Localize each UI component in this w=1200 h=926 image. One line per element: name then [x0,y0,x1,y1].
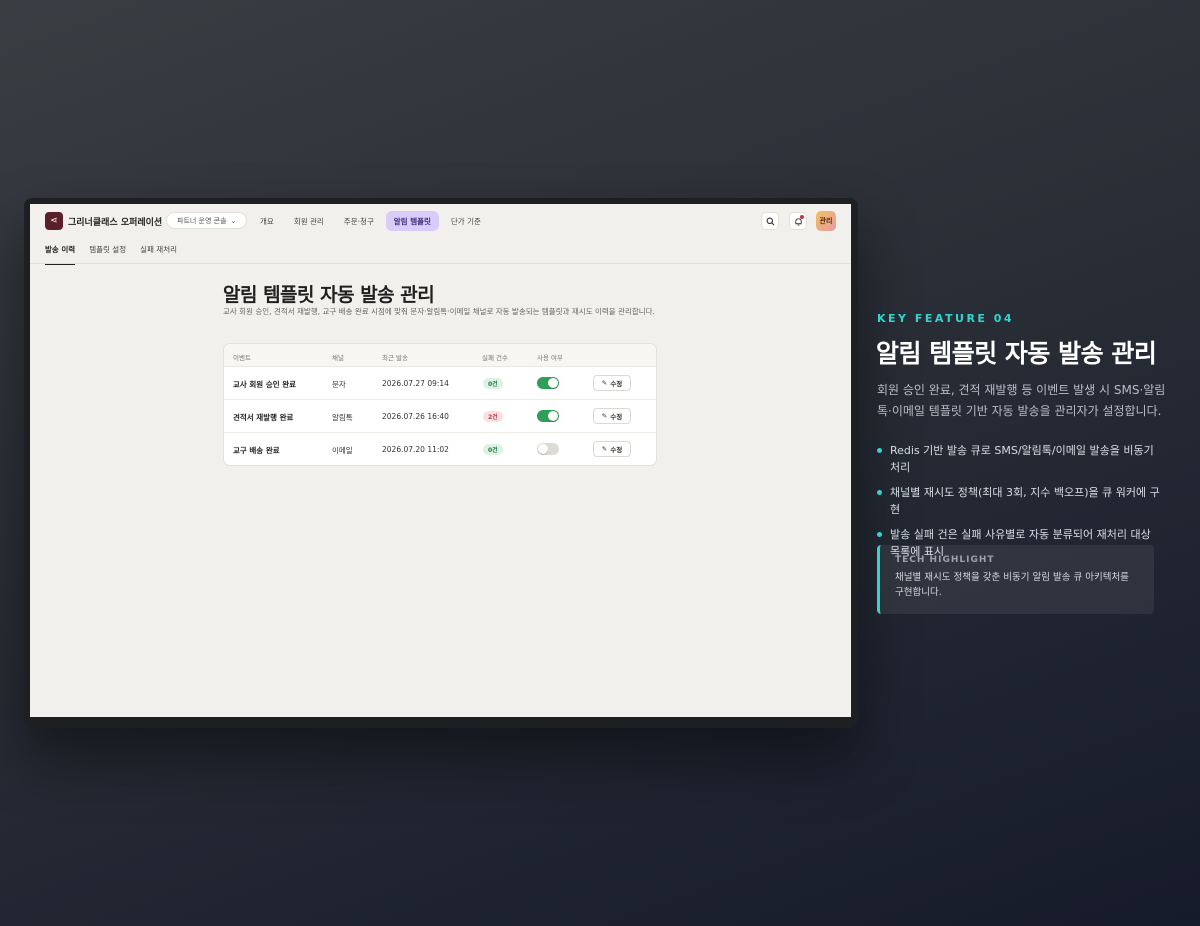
edit-button[interactable]: ✎ 수정 [593,408,631,424]
edit-label: 수정 [610,380,623,388]
row-channel: 알림톡 [332,413,353,422]
workspace-selector[interactable]: 파트너 운영 콘솔 ⌄ [166,212,248,229]
feature-description: 회원 승인 완료, 견적 재발행 등 이벤트 발생 시 SMS·알림톡·이메일 … [877,383,1166,418]
toggle-knob [548,411,558,421]
page-title: 알림 템플릿 자동 발송 관리 [223,284,435,306]
row-event: 견적서 재발행 완료 [233,413,294,422]
highlight-text: 채널별 재시도 정책을 갖춘 비동기 알림 발송 큐 아키텍처를 구현합니다. [895,572,1129,598]
highlight-label: TECH HIGHLIGHT [895,555,995,565]
main-nav: 개요 회원 관리 주문·청구 알림 템플릿 단가 기준 [252,211,489,231]
edit-button[interactable]: ✎ 수정 [593,441,631,457]
pencil-icon: ✎ [601,379,608,387]
toggle-knob [548,378,558,388]
tab-template-settings[interactable]: 템플릿 설정 [89,244,126,265]
edit-button[interactable]: ✎ 수정 [593,375,631,391]
bullet-dot-icon [877,448,882,453]
row-last-sent: 2026.07.20 11:02 [382,445,449,454]
brand-name: 그리너클래스 오퍼레이션 [68,218,163,228]
search-icon [766,217,774,225]
table-row: 교사 회원 승인 완료 문자 2026.07.27 09:14 0건 ✎ 수정 [224,367,656,400]
tab-failure-retry[interactable]: 실패 재처리 [140,244,177,265]
failure-badge: 2건 [483,411,503,422]
row-channel: 이메일 [332,446,353,455]
list-item: Redis 기반 발송 큐로 SMS/알림톡/이메일 발송을 비동기 처리 [877,442,1162,476]
template-table: 이벤트 채널 최근 발송 실패 건수 사용 여부 교사 회원 승인 완료 문자 … [223,343,657,466]
app-screen: ⋖ 그리너클래스 오퍼레이션 파트너 운영 콘솔 ⌄ 개요 회원 관리 주문·청… [30,204,851,717]
pencil-icon: ✎ [601,412,608,420]
chevron-down-icon: ⌄ [230,216,237,225]
tech-highlight-card: TECH HIGHLIGHT 채널별 재시도 정책을 갖춘 비동기 알림 발송 … [877,545,1154,614]
nav-item-templates[interactable]: 알림 템플릿 [385,211,439,231]
avatar[interactable]: 관리 [816,211,836,231]
bullet-text: 채널별 재시도 정책(최대 3회, 지수 백오프)을 큐 워커에 구현 [890,486,1160,516]
enable-toggle[interactable] [537,443,559,455]
tabs-divider [30,263,851,264]
tab-send-history[interactable]: 발송 이력 [45,244,76,265]
notification-dot [800,215,804,219]
nav-item-orders[interactable]: 주문·청구 [336,211,382,231]
feature-kicker: KEY FEATURE 04 [877,312,1015,325]
toggle-knob [538,444,548,454]
pencil-icon: ✎ [601,445,608,453]
bullet-dot-icon [877,532,882,537]
row-event: 교구 배송 완료 [233,446,280,455]
notifications-button[interactable] [789,212,807,230]
failure-badge: 0건 [483,378,503,389]
page-description: 교사 회원 승인, 견적서 재발행, 교구 배송 완료 시점에 맞춰 문자·알림… [223,307,655,316]
nav-item-overview[interactable]: 개요 [252,211,282,231]
enable-toggle[interactable] [537,377,559,389]
header-channel: 채널 [332,354,344,362]
row-event: 교사 회원 승인 완료 [233,380,297,389]
row-last-sent: 2026.07.27 09:14 [382,379,449,388]
sub-tabs: 발송 이력 템플릿 설정 실패 재처리 [45,244,177,265]
row-last-sent: 2026.07.26 16:40 [382,412,449,421]
workspace-label: 파트너 운영 콘솔 [177,216,227,225]
header-failures: 실패 건수 [482,354,508,362]
bullet-text: Redis 기반 발송 큐로 SMS/알림톡/이메일 발송을 비동기 처리 [890,444,1154,474]
bullet-dot-icon [877,490,882,495]
failure-badge: 0건 [483,444,503,455]
header-event: 이벤트 [233,354,251,362]
edit-label: 수정 [610,446,623,454]
top-navigation: ⋖ 그리너클래스 오퍼레이션 파트너 운영 콘솔 ⌄ 개요 회원 관리 주문·청… [30,204,851,238]
list-item: 채널별 재시도 정책(최대 3회, 지수 백오프)을 큐 워커에 구현 [877,484,1162,518]
brand-logo-icon[interactable]: ⋖ [45,212,63,230]
table-row: 교구 배송 완료 이메일 2026.07.20 11:02 0건 ✎ 수정 [224,433,656,465]
header-last-sent: 최근 발송 [382,354,408,362]
nav-item-members[interactable]: 회원 관리 [286,211,332,231]
nav-item-pricing[interactable]: 단가 기준 [443,211,489,231]
feature-title: 알림 템플릿 자동 발송 관리 [876,339,1157,368]
row-channel: 문자 [332,380,346,389]
table-row: 견적서 재발행 완료 알림톡 2026.07.26 16:40 2건 ✎ 수정 [224,400,656,433]
header-enabled: 사용 여부 [537,354,563,362]
edit-label: 수정 [610,413,623,421]
search-button[interactable] [761,212,779,230]
table-header: 이벤트 채널 최근 발송 실패 건수 사용 여부 [224,344,656,367]
enable-toggle[interactable] [537,410,559,422]
